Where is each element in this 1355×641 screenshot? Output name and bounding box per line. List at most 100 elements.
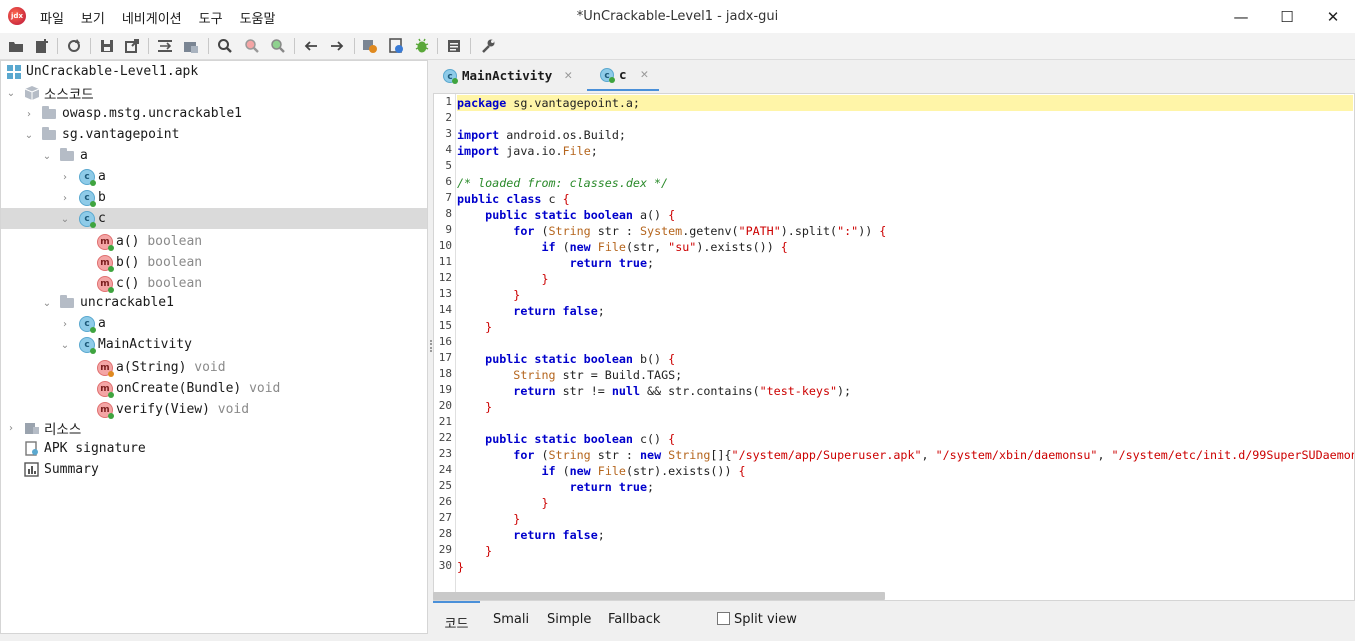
search-icon[interactable]: [216, 37, 234, 55]
chevron-right-icon[interactable]: ›: [5, 422, 17, 434]
code-line[interactable]: public static boolean c() {: [457, 431, 675, 447]
close-button[interactable]: ✕: [1310, 0, 1355, 33]
method-icon: m: [97, 255, 114, 272]
tree-item-class[interactable]: › c b: [1, 187, 427, 208]
tree-item-class[interactable]: › c a: [1, 166, 427, 187]
code-token: new: [569, 464, 591, 478]
quark-icon[interactable]: [387, 37, 405, 55]
code-line[interactable]: }: [457, 287, 520, 303]
tree-item-method[interactable]: m b() boolean: [1, 252, 427, 273]
search-usage-icon[interactable]: [269, 37, 287, 55]
tree-item-method[interactable]: m onCreate(Bundle) void: [1, 378, 427, 399]
code-line[interactable]: if (new File(str).exists()) {: [457, 463, 745, 479]
tree-item-method[interactable]: m a(String) void: [1, 357, 427, 378]
code-line[interactable]: import java.io.File;: [457, 143, 598, 159]
tree-item-source-code[interactable]: ⌄ 소스코드: [1, 82, 427, 103]
tab-c[interactable]: c c ✕: [587, 60, 659, 91]
project-tree[interactable]: UnCrackable-Level1.apk ⌄ 소스코드 › owasp.ms…: [0, 60, 428, 634]
tree-item-package[interactable]: ⌄ sg.vantagepoint: [1, 124, 427, 145]
flatten-packages-icon[interactable]: [182, 37, 200, 55]
menu-navigation[interactable]: 네비게이션: [122, 8, 182, 27]
code-line[interactable]: return false;: [457, 527, 605, 543]
tree-item-package[interactable]: ⌄ uncrackable1: [1, 292, 427, 313]
chevron-down-icon[interactable]: ⌄: [41, 150, 53, 162]
tab-mainactivity[interactable]: c MainActivity ✕: [443, 60, 583, 91]
chevron-right-icon[interactable]: ›: [59, 192, 71, 204]
code-line[interactable]: }: [457, 399, 492, 415]
deobfuscation-icon[interactable]: [361, 37, 379, 55]
chevron-right-icon[interactable]: ›: [59, 318, 71, 330]
save-icon[interactable]: [98, 37, 116, 55]
minimize-button[interactable]: —: [1218, 0, 1264, 33]
back-icon[interactable]: [302, 37, 320, 55]
code-line[interactable]: public static boolean a() {: [457, 207, 675, 223]
tree-item-package[interactable]: ⌄ a: [1, 145, 427, 166]
export-icon[interactable]: [123, 37, 141, 55]
close-tab-icon[interactable]: ✕: [564, 68, 572, 83]
tab-code[interactable]: 코드: [433, 601, 480, 632]
code-line[interactable]: String str = Build.TAGS;: [457, 367, 682, 383]
tree-item-method[interactable]: m c() boolean: [1, 273, 427, 294]
tree-item-package[interactable]: › owasp.mstg.uncrackable1: [1, 103, 427, 124]
horizontal-scrollbar[interactable]: [433, 592, 885, 600]
chevron-right-icon[interactable]: ›: [59, 171, 71, 183]
tree-item-apk-signature[interactable]: APK signature: [1, 438, 427, 459]
tree-item-class-selected[interactable]: ⌄ c c: [1, 208, 427, 229]
tab-simple[interactable]: Simple: [547, 612, 591, 627]
code-line[interactable]: }: [457, 271, 548, 287]
code-line[interactable]: for (String str : new String[]{"/system/…: [457, 447, 1354, 463]
chevron-down-icon[interactable]: ⌄: [23, 129, 35, 141]
menu-help[interactable]: 도움말: [240, 8, 276, 27]
preferences-icon[interactable]: [479, 37, 497, 55]
code-line[interactable]: }: [457, 543, 492, 559]
code-token: (str).exists()): [625, 464, 739, 478]
open-file-icon[interactable]: [7, 37, 25, 55]
menu-view[interactable]: 보기: [81, 8, 105, 27]
split-view-checkbox[interactable]: [717, 612, 730, 625]
log-icon[interactable]: [445, 37, 463, 55]
code-line[interactable]: return false;: [457, 303, 605, 319]
code-editor[interactable]: 1 2 3 4 5 6 7 8 9 10 11 12 13 14 15 16 17 18 19 20 21 22 23 24 2…: [433, 93, 1355, 601]
code-line[interactable]: return true;: [457, 479, 654, 495]
chevron-down-icon[interactable]: ⌄: [41, 297, 53, 309]
code-line[interactable]: import android.os.Build;: [457, 127, 626, 143]
code-line[interactable]: return str != null && str.contains("test…: [457, 383, 851, 399]
chevron-down-icon[interactable]: ⌄: [5, 87, 17, 99]
code-line[interactable]: }: [457, 511, 520, 527]
close-tab-icon[interactable]: ✕: [641, 67, 649, 82]
tree-item-summary[interactable]: Summary: [1, 459, 427, 480]
menu-tools[interactable]: 도구: [199, 8, 223, 27]
code-line[interactable]: }: [457, 319, 492, 335]
code-line[interactable]: return true;: [457, 255, 654, 271]
chevron-down-icon[interactable]: ⌄: [59, 339, 71, 351]
splitter-grip-icon[interactable]: [430, 340, 432, 352]
search-class-icon[interactable]: [243, 37, 261, 55]
class-icon: c: [79, 169, 96, 186]
sync-tree-icon[interactable]: [156, 37, 174, 55]
tree-item-class[interactable]: ⌄ c MainActivity: [1, 334, 427, 355]
code-line[interactable]: public static boolean b() {: [457, 351, 675, 367]
tab-smali[interactable]: Smali: [493, 612, 529, 627]
refresh-icon[interactable]: [65, 37, 83, 55]
code-line[interactable]: }: [457, 495, 548, 511]
tab-fallback[interactable]: Fallback: [608, 612, 660, 627]
code-line[interactable]: for (String str : System.getenv("PATH").…: [457, 223, 886, 239]
menu-file[interactable]: 파일: [40, 8, 64, 27]
debug-icon[interactable]: [413, 37, 431, 55]
code-line[interactable]: if (new File(str, "su").exists()) {: [457, 239, 787, 255]
tree-root-apk[interactable]: UnCrackable-Level1.apk: [1, 61, 427, 82]
add-file-icon[interactable]: [33, 37, 51, 55]
forward-icon[interactable]: [328, 37, 346, 55]
chevron-right-icon[interactable]: ›: [23, 108, 35, 120]
code-line[interactable]: public class c {: [457, 191, 570, 207]
code-line[interactable]: }: [457, 559, 464, 575]
code-line[interactable]: /* loaded from: classes.dex */: [457, 175, 668, 191]
tree-item-resources[interactable]: › 리소스: [1, 417, 427, 438]
code-line-highlighted[interactable]: package sg.vantagepoint.a;: [457, 95, 1353, 111]
tree-item-class[interactable]: › c a: [1, 313, 427, 334]
chevron-down-icon[interactable]: ⌄: [59, 213, 71, 225]
tree-item-method[interactable]: m a() boolean: [1, 231, 427, 252]
maximize-button[interactable]: ☐: [1264, 0, 1310, 33]
